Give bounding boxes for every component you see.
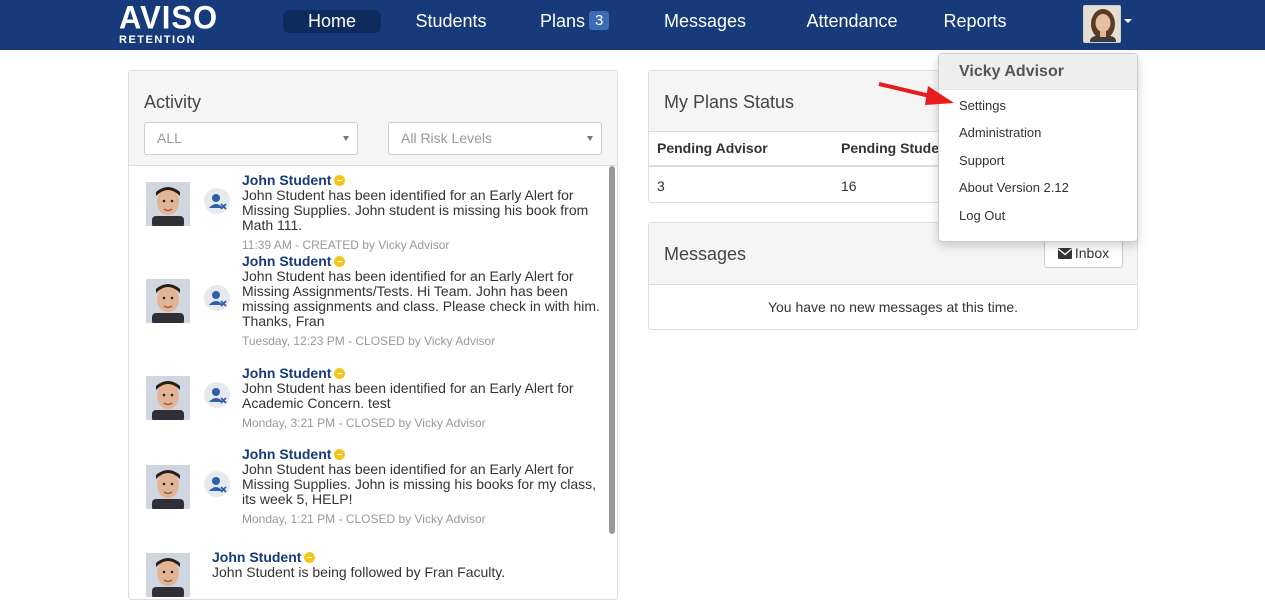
activity-item-text: John Student is being followed by Fran F… bbox=[212, 564, 506, 580]
activity-item-text: John Student has been identified for an … bbox=[242, 461, 597, 507]
pending-student-header: Pending Studen bbox=[841, 140, 948, 156]
early-alert-icon bbox=[204, 285, 230, 311]
early-alert-icon bbox=[204, 188, 230, 214]
no-messages-text: You have no new messages at this time. bbox=[767, 299, 1019, 315]
student-photo-image bbox=[146, 465, 190, 509]
alert-status-icon bbox=[304, 552, 316, 563]
plans-count-badge: 3 bbox=[589, 11, 610, 30]
user-avatar-photo bbox=[1084, 6, 1120, 42]
nav-students[interactable]: Students bbox=[413, 10, 489, 33]
student-photo-image bbox=[146, 182, 190, 226]
student-photo-image bbox=[146, 376, 190, 420]
nav-plans[interactable]: Plans 3 bbox=[540, 10, 622, 33]
student-name-link[interactable]: John Student bbox=[242, 365, 331, 381]
activity-item-meta: Monday, 1:21 PM - CLOSED by Vicky Adviso… bbox=[242, 512, 486, 526]
early-alert-icon bbox=[204, 382, 230, 408]
user-avatar[interactable] bbox=[1083, 5, 1121, 43]
activity-item-body: John Student John Student has been ident… bbox=[242, 254, 607, 349]
menu-item-administration[interactable]: Administration bbox=[959, 125, 1041, 140]
nav-home[interactable]: Home bbox=[283, 10, 381, 33]
student-photo[interactable] bbox=[146, 553, 190, 597]
risk-level-select[interactable]: All Risk Levels bbox=[388, 122, 602, 155]
user-menu-caret-icon[interactable] bbox=[1124, 19, 1132, 23]
logo-main-text: AVISO bbox=[119, 0, 219, 36]
student-name-link[interactable]: John Student bbox=[242, 172, 331, 188]
alert-status-icon bbox=[334, 256, 346, 267]
top-navbar: AVISO RETENTION Home Students Plans 3 Mes… bbox=[0, 0, 1265, 50]
nav-plans-label: Plans bbox=[540, 11, 586, 31]
student-name-link[interactable]: John Student bbox=[242, 253, 331, 269]
activity-panel-header: Activity ALL All Risk Levels bbox=[129, 71, 617, 166]
menu-item-logout[interactable]: Log Out bbox=[959, 208, 1005, 223]
activity-title: Activity bbox=[144, 92, 202, 112]
activity-item-meta: 11:39 AM - CREATED by Vicky Advisor bbox=[242, 238, 450, 252]
inbox-button[interactable]: Inbox bbox=[1044, 238, 1123, 268]
pending-student-count[interactable]: 16 bbox=[841, 178, 857, 194]
aviso-logo[interactable]: AVISO RETENTION bbox=[119, 0, 219, 47]
activity-item-text: John Student has been identified for an … bbox=[242, 187, 589, 233]
user-dropdown-menu: Vicky Advisor Settings Administration Su… bbox=[938, 53, 1138, 242]
student-photo-image bbox=[146, 553, 190, 597]
student-photo[interactable] bbox=[146, 279, 190, 323]
activity-item-meta: Monday, 3:21 PM - CLOSED by Vicky Adviso… bbox=[242, 416, 486, 430]
activity-item-text: John Student has been identified for an … bbox=[242, 380, 574, 411]
dropdown-user-name: Vicky Advisor bbox=[939, 54, 1137, 90]
alert-status-icon bbox=[334, 368, 346, 379]
student-photo-image bbox=[146, 279, 190, 323]
activity-item-text: John Student has been identified for an … bbox=[242, 268, 600, 329]
activity-item-body: John Student John Student has been ident… bbox=[242, 173, 607, 253]
chevron-down-icon bbox=[587, 136, 593, 141]
menu-item-support[interactable]: Support bbox=[959, 153, 1005, 168]
pending-advisor-count[interactable]: 3 bbox=[657, 178, 665, 194]
activity-item-body: John Student John Student has been ident… bbox=[242, 366, 607, 431]
envelope-icon bbox=[1057, 248, 1072, 259]
red-arrow-annotation-icon bbox=[878, 82, 954, 105]
activity-filter-value: ALL bbox=[157, 130, 182, 146]
student-photo[interactable] bbox=[146, 182, 190, 226]
activity-filter-select[interactable]: ALL bbox=[144, 122, 358, 155]
nav-reports[interactable]: Reports bbox=[941, 10, 1009, 33]
messages-title: Messages bbox=[664, 244, 747, 264]
nav-attendance[interactable]: Attendance bbox=[804, 10, 900, 33]
student-photo[interactable] bbox=[146, 376, 190, 420]
early-alert-icon bbox=[204, 471, 230, 497]
alert-status-icon bbox=[334, 449, 346, 460]
activity-item-meta: Tuesday, 12:23 PM - CLOSED by Vicky Advi… bbox=[242, 334, 496, 348]
student-name-link[interactable]: John Student bbox=[212, 549, 301, 565]
activity-scrollbar[interactable] bbox=[609, 166, 615, 534]
pending-advisor-header: Pending Advisor bbox=[657, 140, 768, 156]
chevron-down-icon bbox=[343, 136, 349, 141]
nav-messages[interactable]: Messages bbox=[662, 10, 748, 33]
alert-status-icon bbox=[334, 175, 346, 186]
plans-status-title: My Plans Status bbox=[664, 92, 795, 112]
activity-item-body: John Student John Student has been ident… bbox=[242, 447, 607, 527]
risk-level-value: All Risk Levels bbox=[401, 130, 493, 146]
activity-item-body: John Student John Student is being follo… bbox=[212, 550, 577, 580]
menu-item-settings[interactable]: Settings bbox=[959, 98, 1006, 113]
inbox-label: Inbox bbox=[1074, 245, 1110, 261]
menu-item-about[interactable]: About Version 2.12 bbox=[959, 180, 1069, 195]
student-name-link[interactable]: John Student bbox=[242, 446, 331, 462]
student-photo[interactable] bbox=[146, 465, 190, 509]
